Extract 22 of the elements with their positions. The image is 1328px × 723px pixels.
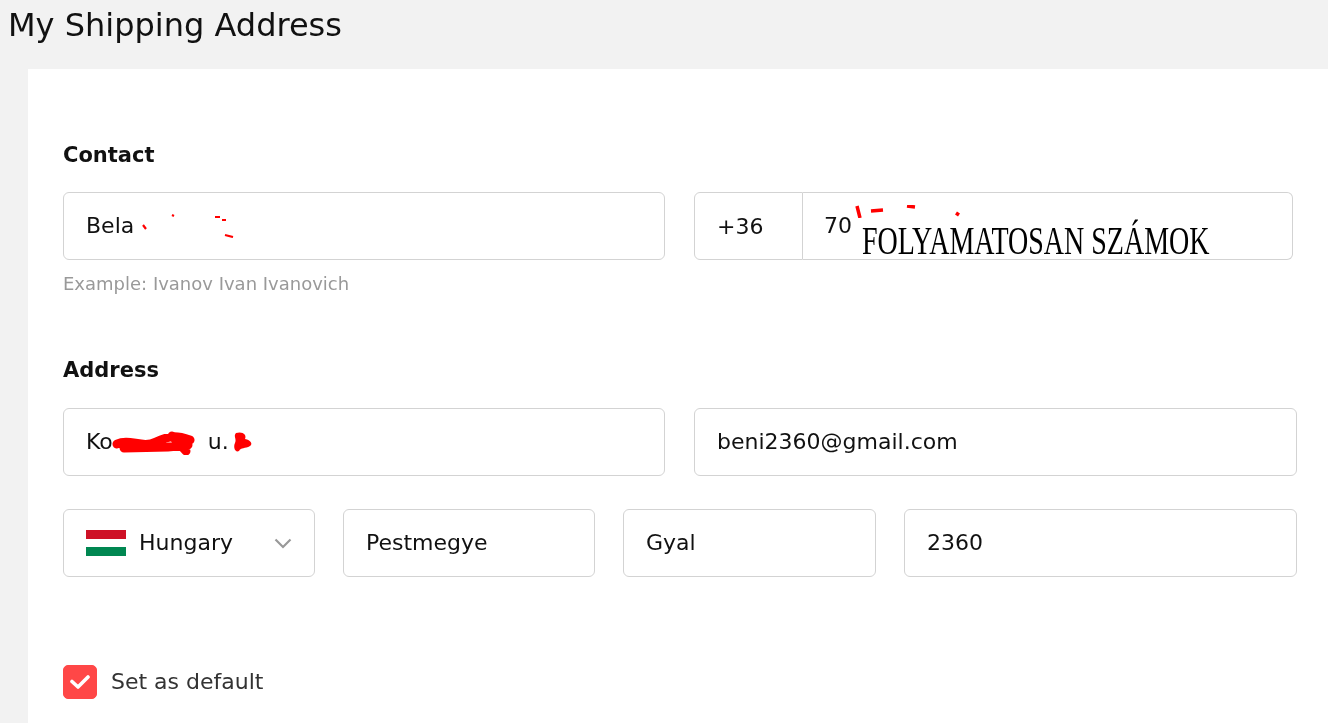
scribble-icon bbox=[111, 429, 196, 455]
hint-text: Example: Ivanov Ivan Ivanovich bbox=[63, 273, 350, 295]
postal-code-field[interactable]: 2360 bbox=[904, 509, 1297, 577]
section-heading: Address bbox=[63, 357, 159, 383]
scribble-icon bbox=[232, 431, 253, 453]
phone-number-field[interactable]: 70 FOLYAMATOSAN SZÁMOK bbox=[803, 192, 1293, 260]
country-code-field[interactable]: +36 bbox=[694, 192, 803, 260]
country-select[interactable]: Hungary bbox=[63, 509, 315, 577]
scribble-icon bbox=[142, 214, 235, 238]
city-field[interactable]: Gyal bbox=[623, 509, 876, 577]
scribble-icon bbox=[854, 205, 960, 218]
checkmark-icon bbox=[70, 675, 90, 689]
chevron-down-icon bbox=[274, 537, 292, 549]
checkbox[interactable] bbox=[63, 665, 97, 699]
email-field[interactable]: beni2360@gmail.com bbox=[694, 408, 1297, 476]
name-field[interactable]: Bela bbox=[63, 192, 665, 260]
checkbox-label: Set as default bbox=[111, 668, 264, 696]
region-field[interactable]: Pestmegye bbox=[343, 509, 595, 577]
section-heading: Contact bbox=[63, 142, 155, 168]
flag-icon bbox=[86, 530, 126, 556]
street-field[interactable]: Ko u. bbox=[63, 408, 665, 476]
page-title: My Shipping Address bbox=[8, 6, 342, 44]
